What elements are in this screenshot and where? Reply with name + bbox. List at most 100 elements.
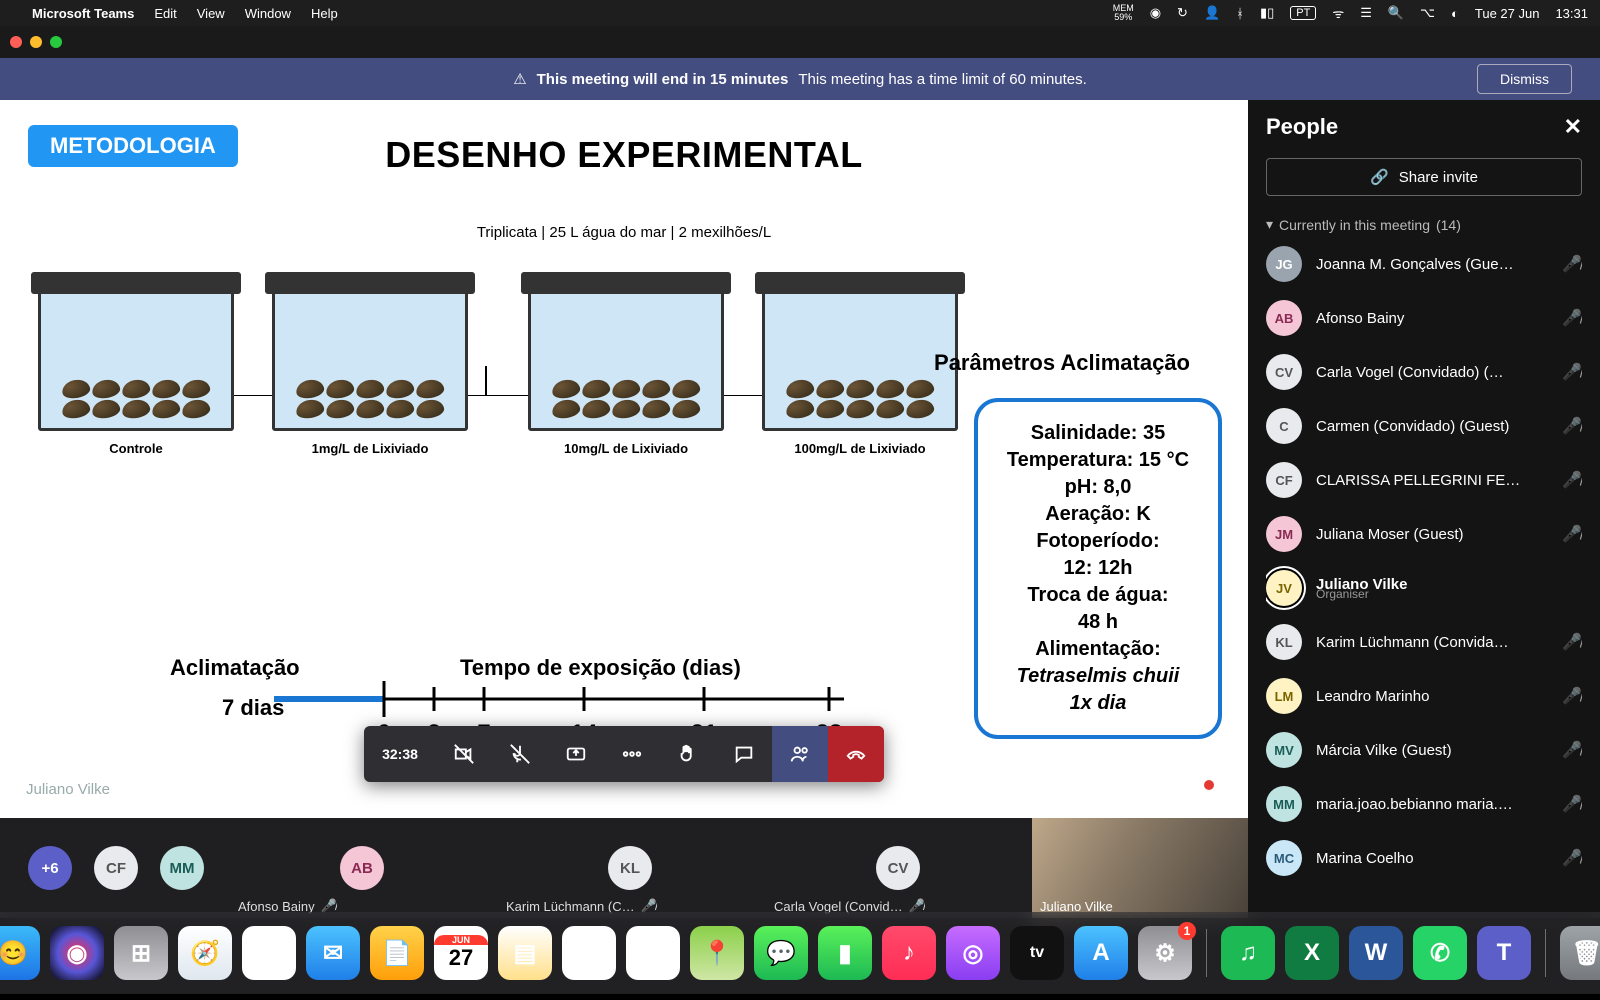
overflow-count[interactable]: +6 xyxy=(28,846,72,890)
people-row[interactable]: JVJuliano VilkeOrganiser xyxy=(1266,565,1582,611)
close-panel-icon[interactable]: ✕ xyxy=(1564,114,1582,140)
dock-reminders[interactable]: ▥ xyxy=(626,926,680,980)
mic-toggle[interactable] xyxy=(492,726,548,782)
wifi-icon[interactable]: ᯤ xyxy=(1332,4,1344,22)
dismiss-button[interactable]: Dismiss xyxy=(1477,64,1572,94)
person-name: Afonso Bainy xyxy=(1316,310,1548,327)
people-row[interactable]: MMmaria.joao.bebianno maria.…🎤̸ xyxy=(1266,781,1582,827)
siri-icon-menu[interactable]: ◐ xyxy=(1451,6,1459,21)
control-center-icon[interactable]: ☰ xyxy=(1360,5,1372,21)
dock-safari[interactable]: 🧭 xyxy=(178,926,232,980)
people-toggle[interactable] xyxy=(772,726,828,782)
video-tile[interactable]: CVCarla Vogel (Convid… 🎤̸ xyxy=(764,818,1032,918)
dock-notes-alt[interactable]: 📄 xyxy=(370,926,424,980)
people-row[interactable]: JMJuliana Moser (Guest)🎤̸ xyxy=(1266,511,1582,557)
share-area: METODOLOGIA DESENHO EXPERIMENTAL Triplic… xyxy=(0,100,1248,918)
window-minimize[interactable] xyxy=(30,36,42,48)
overflow-avatar-1[interactable]: CF xyxy=(94,846,138,890)
share-toggle[interactable] xyxy=(548,726,604,782)
section-heading[interactable]: ▾ Currently in this meeting (14) xyxy=(1266,216,1582,233)
avatar: KL xyxy=(608,846,652,890)
menu-window[interactable]: Window xyxy=(245,6,291,21)
mem-indicator[interactable]: MEM 59% xyxy=(1113,4,1134,22)
share-invite-button[interactable]: 🔗 Share invite xyxy=(1266,158,1582,196)
dock-messages[interactable]: 💬 xyxy=(754,926,808,980)
tank-label: 10mg/L de Lixiviado xyxy=(564,441,688,456)
mic-muted-icon: 🎤̸ xyxy=(1562,362,1582,382)
chat-toggle[interactable] xyxy=(716,726,772,782)
tank-2: 10mg/L de Lixiviado xyxy=(528,285,724,456)
dock-whatsapp[interactable]: ✆ xyxy=(1413,926,1467,980)
raise-hand[interactable] xyxy=(660,726,716,782)
self-camera-tile[interactable]: Juliano Vilke xyxy=(1032,818,1248,918)
dock-podcasts[interactable]: ◎ xyxy=(946,926,1000,980)
menu-help[interactable]: Help xyxy=(311,6,338,21)
overflow-group[interactable]: +6 CF MM xyxy=(0,818,228,918)
hangup-button[interactable] xyxy=(828,726,884,782)
people-row[interactable]: JGJoanna M. Gonçalves (Gue…🎤̸ xyxy=(1266,241,1582,287)
battery-icon[interactable]: ▮▯ xyxy=(1260,5,1274,21)
video-tile[interactable]: KLKarim Lüchmann (C… 🎤̸ xyxy=(496,818,764,918)
dock-calendar[interactable]: JUN27 xyxy=(434,926,488,980)
user-icon[interactable]: 👤 xyxy=(1204,5,1220,21)
dock-siri[interactable]: ◉ xyxy=(50,926,104,980)
person-name: Juliana Moser (Guest) xyxy=(1316,526,1548,543)
avatar: JV xyxy=(1266,570,1302,606)
menu-view[interactable]: View xyxy=(197,6,225,21)
dock-excel[interactable]: X xyxy=(1285,926,1339,980)
spotlight-icon[interactable]: 🔍 xyxy=(1388,5,1404,21)
overflow-avatar-2[interactable]: MM xyxy=(160,846,204,890)
people-row[interactable]: CCarmen (Convidado) (Guest)🎤̸ xyxy=(1266,403,1582,449)
person-name: maria.joao.bebianno maria.… xyxy=(1316,796,1548,813)
people-row[interactable]: MVMárcia Vilke (Guest)🎤̸ xyxy=(1266,727,1582,773)
badge: 1 xyxy=(1178,922,1196,940)
dock-launchpad[interactable]: ⊞ xyxy=(114,926,168,980)
camera-toggle[interactable] xyxy=(436,726,492,782)
mic-muted-icon: 🎤̸ xyxy=(1562,470,1582,490)
dock-notes[interactable]: ▤ xyxy=(498,926,552,980)
people-row[interactable]: ABAfonso Bainy🎤̸ xyxy=(1266,295,1582,341)
more-actions[interactable] xyxy=(604,726,660,782)
dock-photos[interactable]: ✿ xyxy=(242,926,296,980)
dock-freeform[interactable]: 〰 xyxy=(562,926,616,980)
person-name: Karim Lüchmann (Convida… xyxy=(1316,634,1548,651)
video-tile[interactable]: ABAfonso Bainy 🎤̸ xyxy=(228,818,496,918)
record-icon[interactable]: ◉ xyxy=(1150,5,1161,21)
slide-triplicate: Triplicata | 25 L água do mar | 2 mexilh… xyxy=(0,224,1248,241)
mic-muted-icon: 🎤̸ xyxy=(1562,740,1582,760)
bluetooth-icon[interactable]: ᚼ xyxy=(1236,6,1244,21)
people-row[interactable]: MCMarina Coelho🎤̸ xyxy=(1266,835,1582,881)
dock-maps[interactable]: 📍 xyxy=(690,926,744,980)
dock-finder[interactable]: 😊 xyxy=(0,926,40,980)
input-lang[interactable]: PT xyxy=(1290,6,1316,20)
app-name[interactable]: Microsoft Teams xyxy=(32,6,134,21)
people-row[interactable]: KLKarim Lüchmann (Convida…🎤̸ xyxy=(1266,619,1582,665)
presenter-name: Juliano Vilke xyxy=(26,781,110,798)
menu-edit[interactable]: Edit xyxy=(154,6,176,21)
dock-spotify[interactable]: ♫ xyxy=(1221,926,1275,980)
banner-rest: This meeting has a time limit of 60 minu… xyxy=(798,71,1086,88)
widgets-icon[interactable]: ⌥ xyxy=(1420,5,1435,21)
menu-date[interactable]: Tue 27 Jun xyxy=(1475,6,1540,21)
dock-word[interactable]: W xyxy=(1349,926,1403,980)
avatar: JM xyxy=(1266,516,1302,552)
window-zoom[interactable] xyxy=(50,36,62,48)
menu-time[interactable]: 13:31 xyxy=(1555,6,1588,21)
window-close[interactable] xyxy=(10,36,22,48)
dock-teams[interactable]: T xyxy=(1477,926,1531,980)
timeline: Aclimatação 7 dias Tempo de exposição (d… xyxy=(170,655,300,721)
tank-3: 100mg/L de Lixiviado xyxy=(762,285,958,456)
dock-facetime[interactable]: ▮ xyxy=(818,926,872,980)
people-row[interactable]: CVCarla Vogel (Convidado) (…🎤̸ xyxy=(1266,349,1582,395)
dock-settings[interactable]: ⚙1 xyxy=(1138,926,1192,980)
mic-muted-icon: 🎤̸ xyxy=(1562,848,1582,868)
dock-trash[interactable]: 🗑 xyxy=(1560,926,1600,980)
people-row[interactable]: CFCLARISSA PELLEGRINI FE…🎤̸ xyxy=(1266,457,1582,503)
people-row[interactable]: LMLeandro Marinho🎤̸ xyxy=(1266,673,1582,719)
dock-mail[interactable]: ✉ xyxy=(306,926,360,980)
dock-appstore[interactable]: A xyxy=(1074,926,1128,980)
person-name: Marina Coelho xyxy=(1316,850,1548,867)
dock-tv[interactable]: tv xyxy=(1010,926,1064,980)
sync-icon[interactable]: ↻ xyxy=(1177,5,1188,21)
dock-music[interactable]: ♪ xyxy=(882,926,936,980)
